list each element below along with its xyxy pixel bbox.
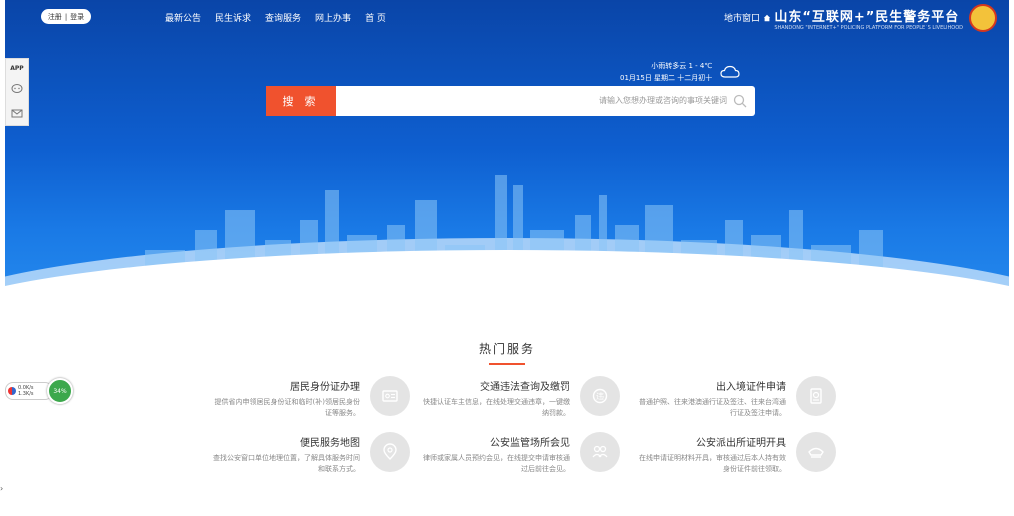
service-desc: 普通护照、往来港澳通行证及签注、往来台湾通行证及签注申请。 xyxy=(639,398,786,417)
service-desc: 查找公安窗口单位地理位置，了解具体服务时间和联系方式。 xyxy=(213,454,360,473)
city-window-label: 地市窗口 xyxy=(723,14,760,24)
service-title: 出入境证件申请 xyxy=(716,382,786,393)
search-button[interactable]: 搜 索 xyxy=(266,86,336,116)
service-text: 出入境证件申请 普通护照、往来港澳通行证及签注、往来台湾通行证及签注申请。 xyxy=(636,376,786,419)
service-desc: 快捷认证车主信息，在线处理交通违章，一键缴纳罚款。 xyxy=(423,398,570,417)
speed-down: 1.3K/s xyxy=(18,391,34,397)
login-link[interactable]: 登录 xyxy=(70,12,84,22)
logo-text: 山东“互联网+”民生警务平台 SHANDONG "INTERNET+" POLI… xyxy=(774,6,963,31)
service-icon-wrap: 违 xyxy=(580,376,620,416)
nav-latest-notice[interactable]: 最新公告 xyxy=(165,11,201,24)
top-bar: 山东“互联网+”民生警务平台 SHANDONG "INTERNET+" POLI… xyxy=(5,0,1009,36)
nav-online-service[interactable]: 网上办事 xyxy=(315,11,351,24)
weather-date: 01月15日 星期二 十二月初十 xyxy=(620,74,713,82)
passport-icon xyxy=(810,388,822,404)
service-icon-wrap xyxy=(580,432,620,472)
service-text: 便民服务地图 查找公安窗口单位地理位置，了解具体服务时间和联系方式。 xyxy=(210,432,360,475)
hero-banner xyxy=(5,0,1009,330)
service-map[interactable]: 便民服务地图 查找公安窗口单位地理位置，了解具体服务时间和联系方式。 xyxy=(210,432,410,475)
weather-condition: 小雨转多云 1 - 4℃ xyxy=(651,62,713,70)
chat-icon[interactable] xyxy=(11,83,23,95)
login-register-pill: 注册 | 登录 xyxy=(41,9,91,24)
mail-icon[interactable] xyxy=(11,107,23,119)
search-bar: 搜 索 请输入您想办理或咨询的事项关键词 xyxy=(266,86,755,116)
main-nav: 最新公告 民生诉求 查询服务 网上办事 首 页 xyxy=(165,11,386,24)
logo-title: 山东“互联网+”民生警务平台 xyxy=(774,9,960,25)
page: 山东“互联网+”民生警务平台 SHANDONG "INTERNET+" POLI… xyxy=(0,0,1014,516)
app-download-link[interactable]: APP xyxy=(10,65,23,72)
service-title: 居民身份证办理 xyxy=(290,382,360,393)
floating-sidebar: APP xyxy=(5,58,29,126)
nav-home[interactable]: 首 页 xyxy=(365,11,386,24)
service-text: 公安监管场所会见 律师或家属人员预约会见，在线提交申请审核通过后前往会见。 xyxy=(420,432,570,475)
service-desc: 律师或家属人员预约会见，在线提交申请审核通过后前往会见。 xyxy=(423,454,570,473)
service-text: 公安派出所证明开具 在线申请证明材料开具，审核通过后本人持有效身份证件前往领取。 xyxy=(636,432,786,475)
nav-query-service[interactable]: 查询服务 xyxy=(265,11,301,24)
service-text: 交通违法查询及缴罚 快捷认证车主信息，在线处理交通违章，一键缴纳罚款。 xyxy=(420,376,570,419)
service-police-certificate[interactable]: 公安派出所证明开具 在线申请证明材料开具，审核通过后本人持有效身份证件前往领取。 xyxy=(636,432,836,475)
site-logo[interactable]: 山东“互联网+”民生警务平台 SHANDONG "INTERNET+" POLI… xyxy=(774,4,997,32)
home-icon xyxy=(763,14,771,21)
speed-dot-icon xyxy=(8,387,16,395)
service-text: 居民身份证办理 提供省内申领居民身份证和临时(补)领居民身份证等服务。 xyxy=(210,376,360,419)
cursor-arrow-icon: › xyxy=(0,484,4,493)
service-traffic-violation[interactable]: 交通违法查询及缴罚 快捷认证车主信息，在线处理交通违章，一键缴纳罚款。 违 xyxy=(420,376,620,419)
network-speed-pill: 0.0K/s 1.3K/s xyxy=(5,382,53,400)
traffic-fine-icon: 违 xyxy=(592,388,608,404)
service-id-card[interactable]: 居民身份证办理 提供省内申领居民身份证和临时(补)领居民身份证等服务。 xyxy=(210,376,410,419)
logo-subtitle: SHANDONG "INTERNET+" POLICING PLATFORM F… xyxy=(774,24,963,31)
register-link[interactable]: 注册 xyxy=(48,12,62,22)
service-icon-wrap xyxy=(796,376,836,416)
service-title: 公安监管场所会见 xyxy=(490,438,570,449)
nav-livelihood-appeal[interactable]: 民生诉求 xyxy=(215,11,251,24)
service-icon-wrap xyxy=(796,432,836,472)
map-pin-icon xyxy=(383,443,397,460)
service-icon-wrap xyxy=(370,432,410,472)
police-hat-icon xyxy=(808,447,824,458)
service-detention-visit[interactable]: 公安监管场所会见 律师或家属人员预约会见，在线提交申请审核通过后前往会见。 xyxy=(420,432,620,475)
people-icon xyxy=(592,445,608,458)
service-title: 交通违法查询及缴罚 xyxy=(480,382,570,393)
hot-services-title: 热门服务 xyxy=(478,342,535,356)
weather-text: 小雨转多云 1 - 4℃ 01月15日 星期二 十二月初十 xyxy=(620,60,712,84)
weather-widget: 小雨转多云 1 - 4℃ 01月15日 星期二 十二月初十 xyxy=(620,60,740,84)
id-card-icon xyxy=(382,390,398,402)
login-divider: | xyxy=(64,12,68,21)
cloud-icon xyxy=(720,65,740,78)
network-speed-badge[interactable]: 0.0K/s 1.3K/s 34% xyxy=(5,378,73,404)
police-emblem-icon xyxy=(969,4,997,32)
service-title: 公安派出所证明开具 xyxy=(696,438,786,449)
search-input[interactable]: 请输入您想办理或咨询的事项关键词 xyxy=(336,86,755,116)
speed-percent: 34% xyxy=(47,378,73,404)
svg-text:违: 违 xyxy=(596,392,604,401)
search-placeholder: 请输入您想办理或咨询的事项关键词 xyxy=(599,96,727,105)
service-desc: 在线申请证明材料开具，审核通过后本人持有效身份证件前往领取。 xyxy=(639,454,786,473)
service-desc: 提供省内申领居民身份证和临时(补)领居民身份证等服务。 xyxy=(214,398,360,417)
service-title: 便民服务地图 xyxy=(300,438,360,449)
service-icon-wrap xyxy=(370,376,410,416)
speed-values: 0.0K/s 1.3K/s xyxy=(18,385,34,397)
hot-services-underline xyxy=(489,363,525,365)
service-exit-entry[interactable]: 出入境证件申请 普通护照、往来港澳通行证及签注、往来台湾通行证及签注申请。 xyxy=(636,376,836,419)
city-window-link[interactable]: 地市窗口 xyxy=(724,11,771,24)
search-icon xyxy=(733,94,747,108)
